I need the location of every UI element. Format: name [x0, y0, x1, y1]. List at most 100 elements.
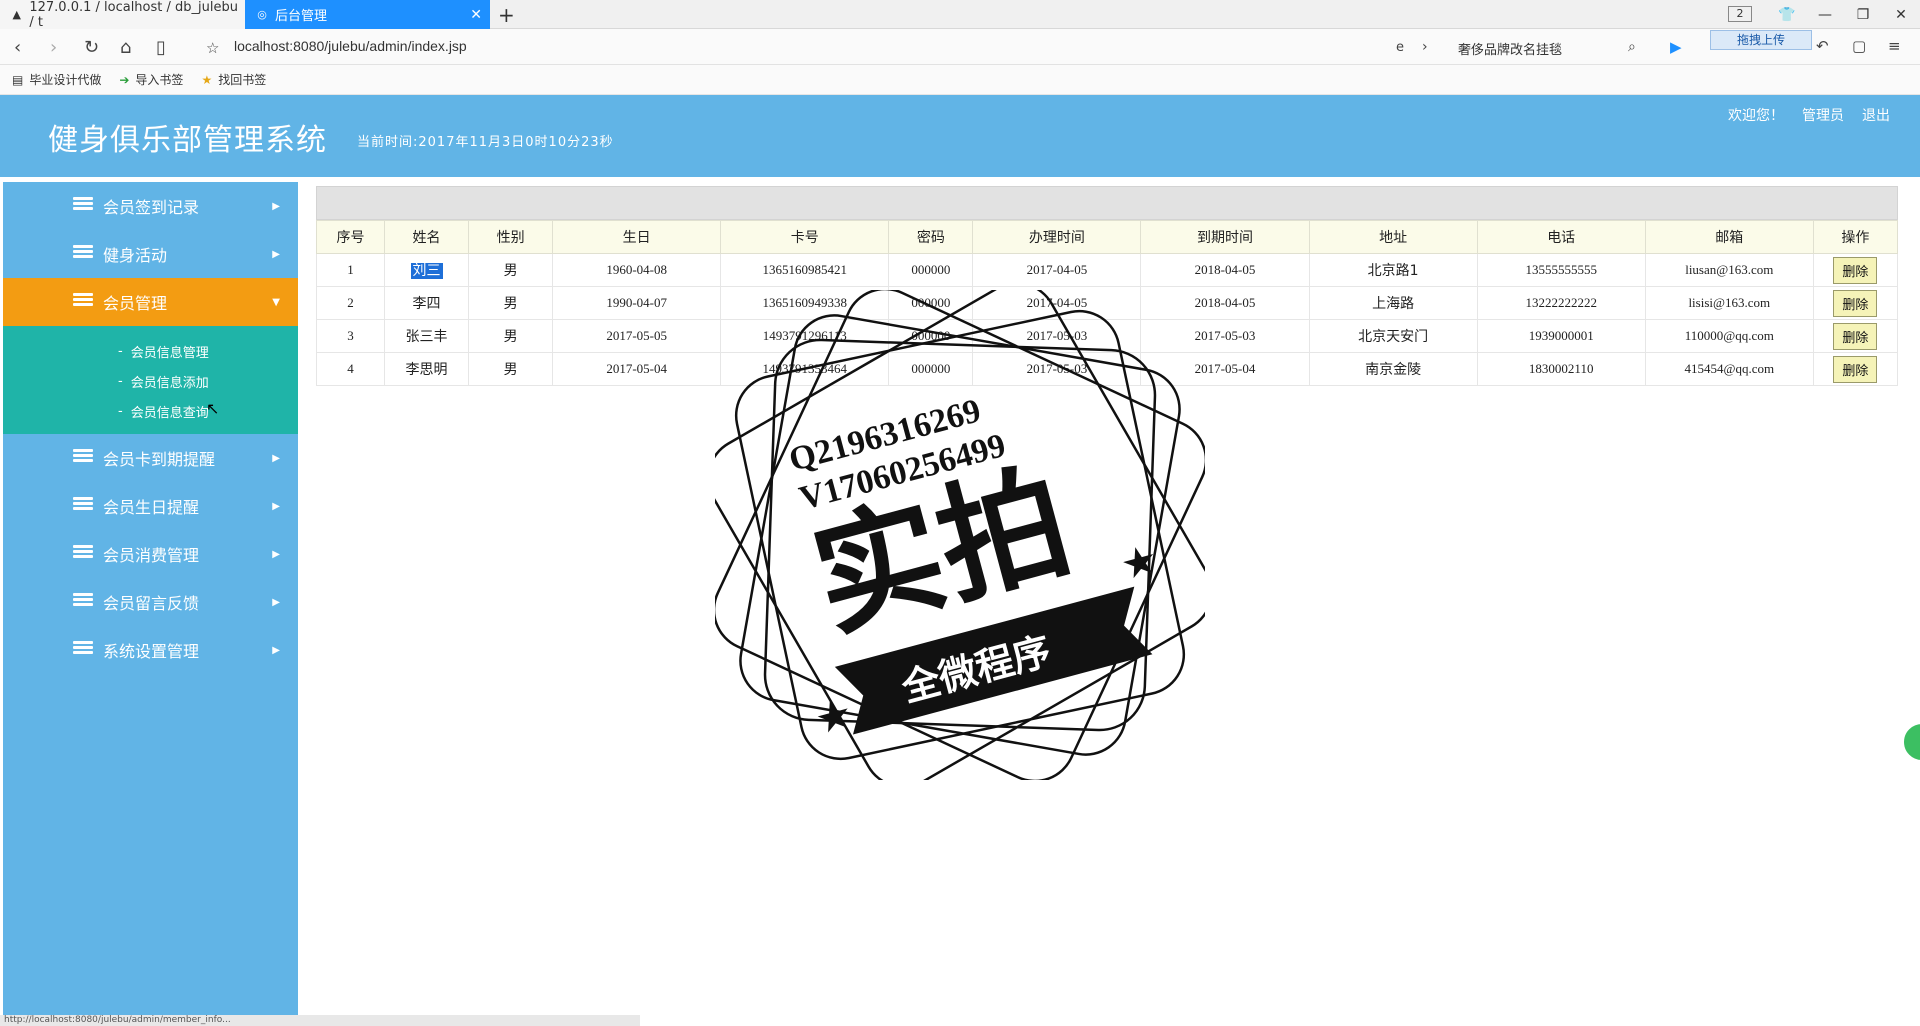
cell-email: lisisi@163.com [1644, 286, 1814, 320]
submenu-label: 会员信息管理 [130, 345, 209, 361]
play-icon[interactable]: ▶ [1670, 38, 1682, 56]
reader-icon[interactable]: ▯ [156, 37, 166, 58]
tab-count-badge[interactable]: 2 [1728, 6, 1752, 22]
star-icon[interactable]: ☆ [206, 39, 219, 57]
cell-action: 删除 [1812, 352, 1899, 386]
column-header: 密码 [888, 220, 974, 254]
column-header: 姓名 [384, 220, 470, 254]
bookmark-item[interactable]: ★ 找回书签 [201, 71, 266, 88]
close-tab-icon[interactable]: ✕ [470, 7, 482, 23]
status-bar: http://localhost:8080/julebu/admin/membe… [0, 1015, 640, 1026]
bookmark-item[interactable]: ▤ 毕业设计代做 [12, 71, 101, 88]
chevron-right-icon: ▶ [272, 248, 280, 260]
upload-tooltip[interactable]: 拖拽上传 [1710, 30, 1812, 50]
search-input[interactable]: 奢侈品牌改名挂毯 [1442, 34, 1642, 60]
bookmark-icon: ▤ [12, 72, 24, 87]
star-icon: ★ [201, 72, 213, 87]
submenu-item-manage[interactable]: - 会员信息管理 [3, 336, 298, 366]
delete-button[interactable]: 删除 [1833, 322, 1878, 350]
window-controls: 👕 — ❐ ✕ [1768, 0, 1920, 29]
sidebar-item-settings[interactable]: 系统设置管理 ▶ [3, 626, 298, 674]
cell-email: 110000@qq.com [1644, 319, 1814, 353]
current-time: 当前时间:2017年11月3日0时10分23秒 [357, 135, 614, 150]
stack-icon [73, 641, 93, 657]
address-bar: ‹ › ↻ ⌂ ▯ ☆ localhost:8080/julebu/admin/… [0, 29, 1920, 65]
logout-link[interactable]: 退出 [1862, 105, 1890, 125]
stack-icon [73, 593, 93, 609]
sidebar-item-activities[interactable]: 健身活动 ▶ [3, 230, 298, 278]
close-window-icon[interactable]: ✕ [1882, 7, 1920, 23]
pma-icon: ▲ [12, 8, 21, 21]
tab-label: 后台管理 [275, 9, 328, 24]
back-icon[interactable]: ‹ [14, 37, 21, 58]
table-header-row: 序号 姓名 性别 生日 卡号 密码 办理时间 到期时间 地址 电话 邮箱 操作 [315, 220, 1899, 254]
sidebar-item-members[interactable]: 会员管理 ▼ [3, 278, 298, 326]
table-row: 1 刘三 男 1960-04-08 1365160985421 000000 2… [315, 253, 1899, 287]
chevron-right-icon: ▶ [272, 596, 280, 608]
cell-password: 000000 [888, 286, 974, 320]
bookmark-label: 导入书签 [135, 73, 184, 87]
new-tab-button[interactable]: + [498, 3, 515, 27]
cell-password: 000000 [888, 253, 974, 287]
sidebar-item-card-expiry[interactable]: 会员卡到期提醒 ▶ [3, 434, 298, 482]
sidebar-item-feedback[interactable]: 会员留言反馈 ▶ [3, 578, 298, 626]
tab-admin[interactable]: ◎ 后台管理 ✕ [245, 0, 490, 29]
chevron-right-icon: ▶ [272, 500, 280, 512]
menu-icon[interactable]: ≡ [1888, 37, 1901, 55]
cell-birthday: 1960-04-08 [552, 253, 722, 287]
cell-end: 2018-04-05 [1140, 286, 1310, 320]
sidebar-item-birthday[interactable]: 会员生日提醒 ▶ [3, 482, 298, 530]
cell-phone: 13222222222 [1476, 286, 1646, 320]
sidebar: 会员签到记录 ▶ 健身活动 ▶ 会员管理 ▼ - 会员信息管理 - 会员信息添加 -… [3, 182, 298, 1026]
undo-icon[interactable]: ↶ [1816, 37, 1829, 55]
cell-email: liusan@163.com [1644, 253, 1814, 287]
delete-button[interactable]: 删除 [1833, 355, 1878, 383]
chevron-down-icon: ▼ [272, 296, 280, 308]
delete-button[interactable]: 删除 [1833, 289, 1878, 317]
submenu-item-add[interactable]: - 会员信息添加 [3, 366, 298, 396]
column-header: 操作 [1812, 220, 1899, 254]
cell-name: 张三丰 [384, 319, 470, 353]
welcome-text: 欢迎您！ [1728, 108, 1784, 124]
column-header: 性别 [468, 220, 554, 254]
cell-end: 2018-04-05 [1140, 253, 1310, 287]
bookmark-item[interactable]: ➔ 导入书签 [119, 71, 183, 88]
delete-button[interactable]: 删除 [1833, 256, 1878, 284]
admin-link[interactable]: 管理员 [1802, 105, 1844, 125]
url-input[interactable]: localhost:8080/julebu/admin/index.jsp [234, 38, 467, 54]
search-icon[interactable]: ⌕ [1628, 39, 1636, 55]
column-header: 地址 [1308, 220, 1478, 254]
page-title: 健身俱乐部管理系统 [48, 123, 327, 158]
sidebar-item-label: 会员消费管理 [103, 546, 200, 565]
chevron-right-icon: ▶ [272, 548, 280, 560]
restore-icon[interactable]: ❐ [1844, 7, 1882, 23]
reload-icon[interactable]: ↻ [84, 37, 99, 58]
submenu-item-query[interactable]: - 会员信息查询 [3, 396, 298, 426]
submenu-label: 会员信息查询 [130, 405, 209, 421]
content-toolbar [316, 186, 1898, 220]
globe-icon: ◎ [257, 8, 267, 21]
floating-widget[interactable] [1902, 722, 1920, 762]
minimize-icon[interactable]: — [1806, 7, 1844, 23]
bookmarks-bar: ▤ 毕业设计代做 ➔ 导入书签 ★ 找回书签 [0, 65, 1920, 95]
sidebar-item-label: 会员签到记录 [103, 198, 200, 217]
bag-icon[interactable]: ▢ [1852, 37, 1866, 55]
table-row: 4 李思明 男 2017-05-04 1493791353464 000000 … [315, 352, 1899, 386]
stamp-qq: Q2196316269 [785, 392, 984, 479]
shirt-icon[interactable]: 👕 [1768, 7, 1806, 23]
main-content: 序号 姓名 性别 生日 卡号 密码 办理时间 到期时间 地址 电话 邮箱 操作 … [315, 186, 1899, 386]
home-icon[interactable]: ⌂ [120, 37, 131, 58]
tab-phpmyadmin[interactable]: ▲ 127.0.0.1 / localhost / db_julebu / t [0, 0, 245, 30]
chevron-right-icon[interactable]: › [1422, 39, 1428, 55]
cell-action: 删除 [1812, 253, 1899, 287]
tab-label: 127.0.0.1 / localhost / db_julebu / t [29, 0, 238, 30]
sidebar-item-consumption[interactable]: 会员消费管理 ▶ [3, 530, 298, 578]
column-header: 卡号 [720, 220, 890, 254]
mouse-cursor-icon: ↖ [206, 399, 220, 418]
forward-icon[interactable]: › [50, 37, 57, 58]
ie-icon[interactable]: e [1396, 40, 1404, 55]
sidebar-item-checkin[interactable]: 会员签到记录 ▶ [3, 182, 298, 230]
star-icon: ★ [1119, 539, 1161, 586]
stack-icon [73, 545, 93, 561]
cell-name: 李四 [384, 286, 470, 320]
